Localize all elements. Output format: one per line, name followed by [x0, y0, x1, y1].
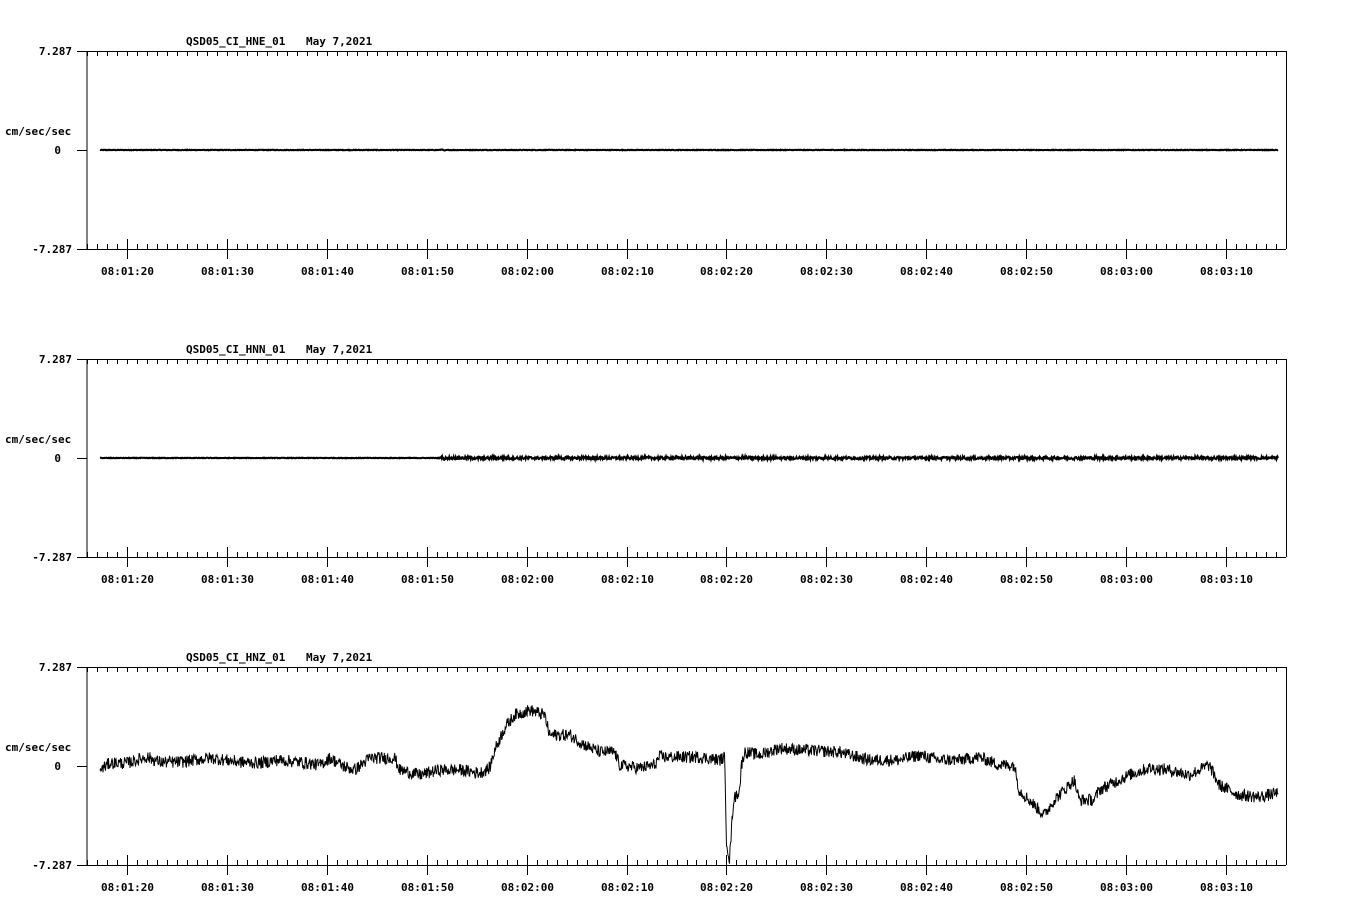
chart-title: QSD05_CI_HNZ_01 — [186, 651, 286, 664]
x-tick-label: 08:03:00 — [1100, 881, 1153, 894]
x-tick-label: 08:01:50 — [401, 881, 454, 894]
chart-date: May 7,2021 — [306, 651, 373, 664]
y-axis-label: cm/sec/sec — [5, 741, 71, 754]
x-tick-label: 08:02:30 — [800, 573, 853, 586]
x-tick-label: 08:03:00 — [1100, 573, 1153, 586]
y-tick-label-max: 7.287 — [39, 45, 72, 58]
x-tick-label: 08:02:50 — [1000, 881, 1053, 894]
waveform-trace-hnn — [99, 452, 1279, 464]
x-tick-label: 08:02:50 — [1000, 265, 1053, 278]
y-axis-label: cm/sec/sec — [5, 125, 71, 138]
x-tick-label: 08:02:40 — [900, 265, 953, 278]
x-tick-label: 08:01:20 — [101, 881, 154, 894]
x-tick-label: 08:01:30 — [201, 573, 254, 586]
x-tick-label: 08:02:20 — [700, 265, 753, 278]
chart-panel-hnn: QSD05_CI_HNN_01 May 7,2021 7.287 0 -7.287 cm/… — [5, 343, 1287, 586]
x-tick-label: 08:03:10 — [1200, 265, 1253, 278]
waveform-trace-hnz — [99, 705, 1279, 864]
y-tick-label-zero: 0 — [54, 144, 61, 157]
x-tick-label: 08:01:50 — [401, 265, 454, 278]
y-tick-label-min: -7.287 — [32, 859, 72, 872]
y-axis-label: cm/sec/sec — [5, 433, 71, 446]
y-tick-label-min: -7.287 — [32, 551, 72, 564]
x-tick-label: 08:01:20 — [101, 265, 154, 278]
waveform-trace-hne — [99, 148, 1279, 152]
y-tick-label-max: 7.287 — [39, 661, 72, 674]
x-tick-label: 08:02:10 — [601, 573, 654, 586]
x-tick-label: 08:02:00 — [501, 881, 554, 894]
x-tick-label: 08:02:10 — [601, 265, 654, 278]
x-tick-label: 08:02:40 — [900, 881, 953, 894]
x-tick-label: 08:01:50 — [401, 573, 454, 586]
x-tick-label: 08:02:20 — [700, 573, 753, 586]
y-tick-label-max: 7.287 — [39, 353, 72, 366]
x-tick-label: 08:02:50 — [1000, 573, 1053, 586]
x-tick-label: 08:02:40 — [900, 573, 953, 586]
x-tick-label: 08:02:30 — [800, 265, 853, 278]
x-tick-label: 08:01:30 — [201, 881, 254, 894]
x-tick-label: 08:02:20 — [700, 881, 753, 894]
x-tick-label: 08:02:10 — [601, 881, 654, 894]
x-tick-label: 08:01:30 — [201, 265, 254, 278]
x-tick-label: 08:01:20 — [101, 573, 154, 586]
chart-panel-hnz: QSD05_CI_HNZ_01 May 7,2021 7.287 0 -7.287 cm/… — [5, 651, 1287, 894]
x-tick-label: 08:02:30 — [800, 881, 853, 894]
y-tick-label-min: -7.287 — [32, 243, 72, 256]
x-tick-label: 08:02:00 — [501, 265, 554, 278]
chart-title: QSD05_CI_HNN_01 — [186, 343, 286, 356]
chart-title: QSD05_CI_HNE_01 — [186, 35, 286, 48]
y-tick-label-zero: 0 — [54, 452, 61, 465]
x-tick-label: 08:03:00 — [1100, 265, 1153, 278]
y-tick-label-zero: 0 — [54, 760, 61, 773]
x-tick-label: 08:01:40 — [301, 573, 354, 586]
x-tick-label: 08:01:40 — [301, 881, 354, 894]
chart-date: May 7,2021 — [306, 343, 373, 356]
x-tick-label: 08:03:10 — [1200, 881, 1253, 894]
chart-date: May 7,2021 — [306, 35, 373, 48]
x-tick-label: 08:01:40 — [301, 265, 354, 278]
chart-panel-hne: QSD05_CI_HNE_01 May 7,2021 7.287 0 -7.287 cm/… — [5, 35, 1287, 278]
x-tick-label: 08:03:10 — [1200, 573, 1253, 586]
x-tick-label: 08:02:00 — [501, 573, 554, 586]
seismogram-figure: QSD05_CI_HNE_01 May 7,2021 7.287 0 -7.287 cm/… — [5, 35, 1287, 894]
